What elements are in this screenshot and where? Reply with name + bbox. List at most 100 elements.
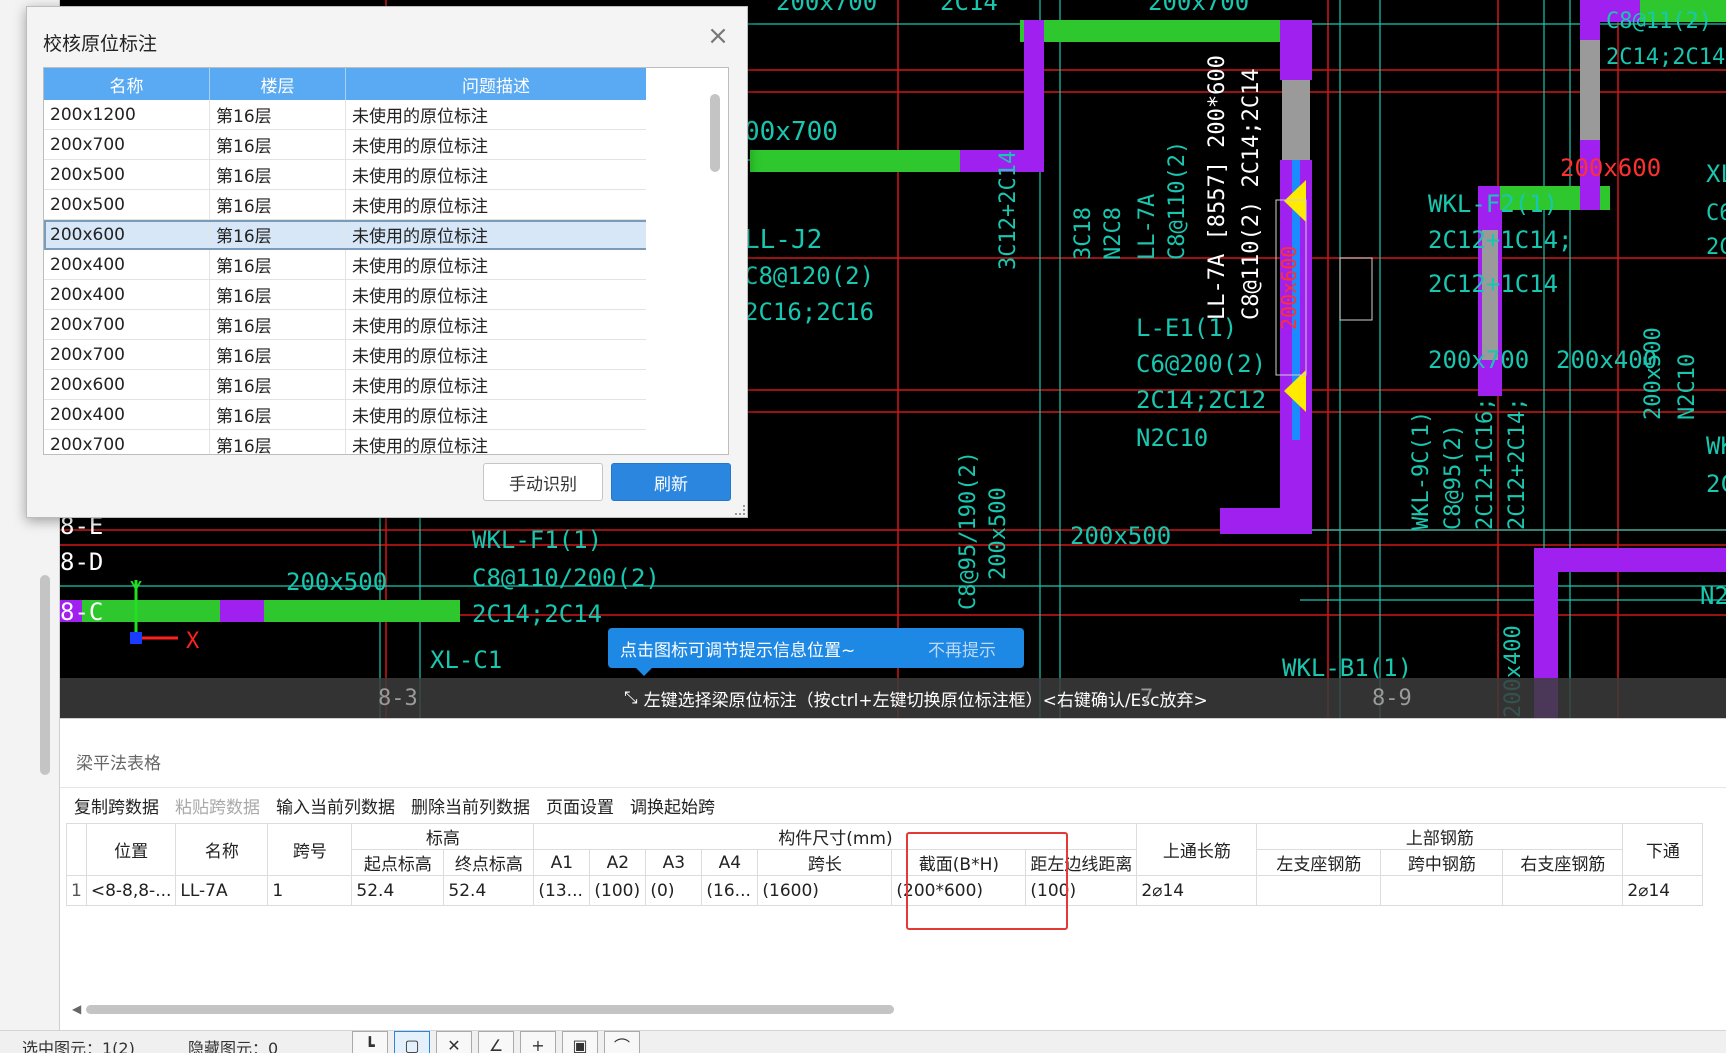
row-index: 1 [66, 875, 87, 906]
cad-text: 200x600 [1560, 154, 1661, 182]
cell-a4[interactable]: (16... [701, 875, 759, 906]
cell-issue: 未使用的原位标注 [346, 100, 647, 129]
col-top-through[interactable]: 上通长筋 [1136, 823, 1258, 876]
object-snap-icon[interactable]: ▢ [394, 1031, 430, 1053]
list-item[interactable]: 200x1200 第16层 未使用的原位标注 [44, 100, 728, 130]
cad-text: C8@120(2) [744, 262, 874, 290]
list-item[interactable]: 200x700 第16层 未使用的原位标注 [44, 430, 728, 454]
col-a3[interactable]: A3 [645, 849, 703, 876]
list-item[interactable]: 200x600 第16层 未使用的原位标注 [44, 370, 728, 400]
cad-text: 2C12+2C14; [1505, 398, 1530, 530]
cell-a2[interactable]: (100) [589, 875, 647, 906]
column-header-name[interactable]: 名称 [44, 68, 210, 100]
col-mid-span[interactable]: 跨中钢筋 [1380, 849, 1504, 876]
cell-a1[interactable]: (13... [533, 875, 591, 906]
col-right-support[interactable]: 右支座钢筋 [1502, 849, 1624, 876]
swap-start-span-button[interactable]: 调换起始跨 [630, 793, 715, 818]
resize-grip[interactable] [735, 505, 745, 515]
list-item[interactable]: 200x500 第16层 未使用的原位标注 [44, 160, 728, 190]
close-icon[interactable]: × [705, 23, 731, 49]
annotation-grid: 名称 楼层 问题描述 200x1200 第16层 未使用的原位标注 200x700 第1… [43, 67, 729, 455]
paste-span-button[interactable]: 粘贴跨数据 [175, 793, 260, 818]
cell-a3[interactable]: (0) [645, 875, 703, 906]
cell-end-elev[interactable]: 52.4 [443, 875, 535, 906]
column-header-floor[interactable]: 楼层 [210, 68, 346, 100]
cad-text: 3C12+2C14 [996, 151, 1021, 270]
left-scrollbar[interactable] [40, 575, 50, 775]
list-item[interactable]: 200x400 第16层 未使用的原位标注 [44, 400, 728, 430]
col-name[interactable]: 名称 [175, 823, 269, 876]
cell-position[interactable]: <8-8,8-... [85, 875, 177, 906]
cad-text: 200x500 [1070, 522, 1171, 550]
list-item[interactable]: 200x400 第16层 未使用的原位标注 [44, 280, 728, 310]
col-bottom-through[interactable]: 下通 [1622, 823, 1704, 876]
col-a2[interactable]: A2 [589, 849, 647, 876]
perpendicular-icon[interactable]: ∠ [478, 1031, 514, 1053]
manual-identify-button[interactable]: 手动识别 [483, 463, 603, 501]
cell-left-support[interactable] [1256, 875, 1382, 906]
axis-number: 8-3 [378, 685, 418, 711]
scroll-left-icon[interactable]: ◀ [72, 1002, 81, 1016]
cad-text: 2C16;2C16 [744, 298, 874, 326]
refresh-button[interactable]: 刷新 [611, 463, 731, 501]
cad-text: 200x600 [1277, 246, 1301, 330]
cad-text: N2C10 [1675, 354, 1700, 420]
list-item[interactable]: 200x400 第16层 未使用的原位标注 [44, 250, 728, 280]
cad-text: 2C14;2C12 [1136, 386, 1266, 414]
cell-mid-span[interactable] [1380, 875, 1504, 906]
column-header-issue[interactable]: 问题描述 [346, 68, 647, 100]
cell-name: 200x1200 [44, 100, 210, 129]
cell-issue: 未使用的原位标注 [346, 190, 647, 219]
col-left-support[interactable]: 左支座钢筋 [1256, 849, 1382, 876]
list-item[interactable]: 200x700 第16层 未使用的原位标注 [44, 130, 728, 160]
screen-icon[interactable]: ▣ [562, 1031, 598, 1053]
scrollbar-thumb[interactable] [86, 1005, 894, 1014]
cell-top-through[interactable]: 2⌀14 [1136, 875, 1258, 906]
intersection-icon[interactable]: ✕ [436, 1031, 472, 1053]
list-item[interactable]: 200x500 第16层 未使用的原位标注 [44, 190, 728, 220]
cad-text: C8@110/200(2) [472, 564, 660, 592]
cell-name: 200x600 [44, 220, 210, 249]
table-horizontal-scrollbar[interactable]: ◀ [72, 1002, 1712, 1016]
list-item[interactable]: 200x600 第16层 未使用的原位标注 [44, 220, 728, 250]
delete-column-button[interactable]: 删除当前列数据 [411, 793, 530, 818]
section-highlight-box [906, 832, 1068, 930]
grid-body: 200x1200 第16层 未使用的原位标注 200x700 第16层 未使用的原位标注 2… [44, 100, 728, 454]
panel-title: 梁平法表格 [76, 754, 161, 774]
cell-span-length[interactable]: (1600) [757, 875, 893, 906]
ortho-icon[interactable]: ┗ [352, 1031, 388, 1053]
axis-number: 8-9 [1372, 685, 1412, 711]
col-a4[interactable]: A4 [701, 849, 759, 876]
input-column-button[interactable]: 输入当前列数据 [276, 793, 395, 818]
y-axis-label: Y [130, 577, 142, 601]
cell-right-support[interactable] [1502, 875, 1624, 906]
col-end-elev[interactable]: 终点标高 [443, 849, 535, 876]
offset-icon[interactable]: + [520, 1031, 556, 1053]
cad-text: 200x500 [986, 487, 1011, 580]
cell-name: 200x400 [44, 250, 210, 279]
cad-text: 200x500 [286, 568, 387, 596]
arc-icon[interactable]: ⌒ [604, 1031, 640, 1053]
grid-scrollbar[interactable] [710, 94, 720, 172]
copy-span-button[interactable]: 复制跨数据 [74, 793, 159, 818]
col-start-elev[interactable]: 起点标高 [351, 849, 445, 876]
table-row[interactable]: 1 <8-8,8-... LL-7A 1 52.4 52.4 (13... (1… [66, 875, 1704, 906]
cad-text: 2C12+2C [1706, 235, 1726, 260]
page-setup-button[interactable]: 页面设置 [546, 793, 614, 818]
col-span[interactable]: 跨号 [267, 823, 353, 876]
col-a1[interactable]: A1 [533, 849, 591, 876]
col-span-length[interactable]: 跨长 [757, 849, 893, 876]
cell-name: 200x500 [44, 190, 210, 219]
cell-name[interactable]: LL-7A [175, 875, 269, 906]
cell-span[interactable]: 1 [267, 875, 353, 906]
list-item[interactable]: 200x700 第16层 未使用的原位标注 [44, 340, 728, 370]
cad-text: C6@200(2) [1136, 350, 1266, 378]
cell-issue: 未使用的原位标注 [346, 250, 647, 279]
col-position[interactable]: 位置 [85, 823, 177, 876]
cell-floor: 第16层 [210, 100, 346, 129]
dismiss-hint-button[interactable]: 不再提示 [928, 636, 996, 661]
cell-start-elev[interactable]: 52.4 [351, 875, 445, 906]
list-item[interactable]: 200x700 第16层 未使用的原位标注 [44, 310, 728, 340]
cell-bottom-through[interactable]: 2⌀14 [1622, 875, 1704, 906]
hint-tooltip[interactable]: 点击图标可调节提示信息位置~ 不再提示 [608, 628, 1024, 676]
